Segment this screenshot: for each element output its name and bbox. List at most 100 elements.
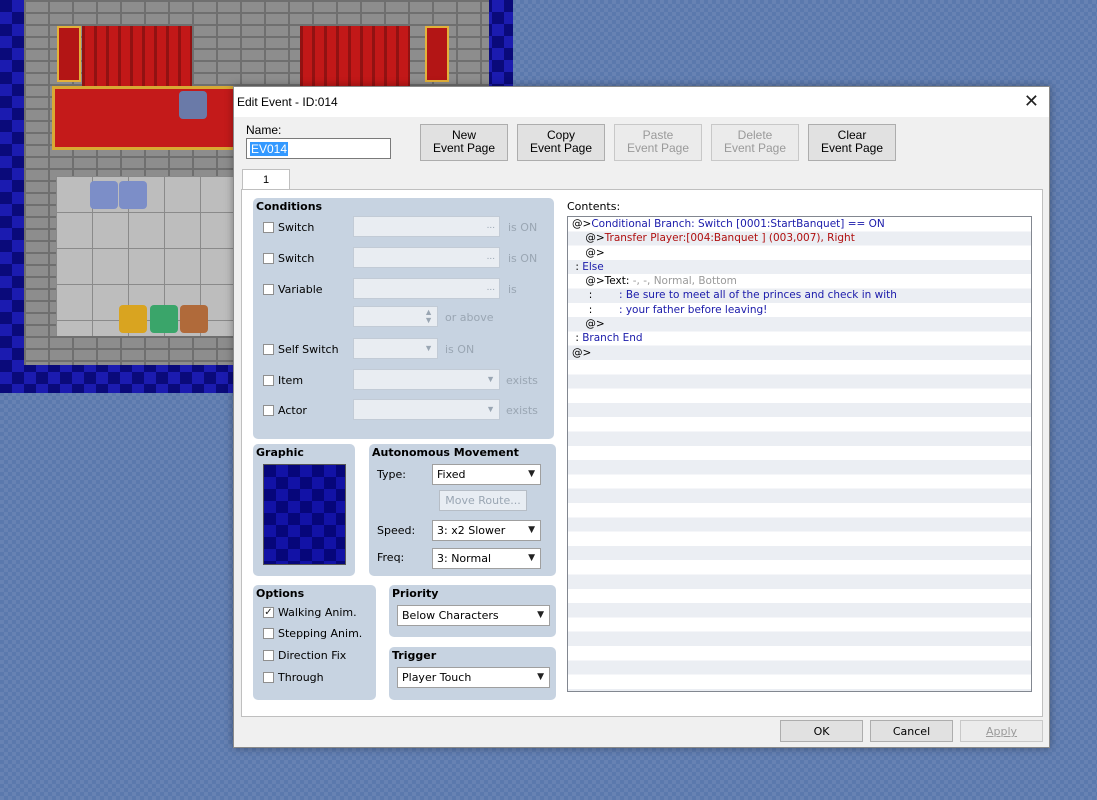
chevron-down-icon: ▼ (486, 404, 495, 414)
command-line[interactable]: @> (568, 317, 1031, 331)
red-curtains (300, 26, 410, 86)
through-checkbox[interactable] (263, 672, 274, 683)
command-line[interactable]: : Branch End (568, 331, 1031, 345)
command-line[interactable]: : : your father before leaving! (568, 303, 1031, 317)
item-suffix: exists (506, 374, 538, 387)
switch2-suffix: is ON (508, 252, 538, 265)
character-sprite (150, 305, 178, 333)
variable-suffix: is (508, 283, 517, 296)
priority-select[interactable]: Below Characters ▼ (397, 605, 550, 626)
switch2-checkbox[interactable] (263, 253, 274, 264)
gold-object (119, 305, 147, 333)
or-above-label: or above (445, 311, 494, 324)
speed-select[interactable]: 3: x2 Slower ▼ (432, 520, 541, 541)
variable-field[interactable]: ... (353, 278, 500, 299)
actor-checkbox[interactable] (263, 405, 274, 416)
switch1-field[interactable]: ... (353, 216, 500, 237)
switch1-label: Switch (278, 221, 315, 234)
graphic-group: Graphic (253, 444, 355, 576)
paste-event-page-button[interactable]: Paste Event Page (614, 124, 702, 161)
conditions-title: Conditions (256, 200, 323, 213)
red-curtains (82, 26, 192, 86)
actor-label: Actor (278, 404, 307, 417)
graphic-title: Graphic (256, 446, 304, 459)
variable-label: Variable (278, 283, 323, 296)
ellipsis-icon: ... (486, 282, 495, 293)
command-line[interactable]: @>Transfer Player:[004:Banquet ] (003,00… (568, 231, 1031, 245)
self-switch-select[interactable]: ▼ (353, 338, 438, 359)
character-sprite (180, 305, 208, 333)
chevron-down-icon: ▼ (528, 553, 535, 563)
speed-label: Speed: (377, 524, 416, 537)
actor-select[interactable]: ▼ (353, 399, 500, 420)
delete-event-page-button[interactable]: Delete Event Page (711, 124, 799, 161)
trigger-select[interactable]: Player Touch ▼ (397, 667, 550, 688)
banner-left (57, 26, 81, 82)
chevron-down-icon: ▼ (424, 343, 433, 353)
name-input[interactable]: EV014 (246, 138, 391, 159)
autonomous-title: Autonomous Movement (372, 446, 519, 459)
variable-checkbox[interactable] (263, 284, 274, 295)
contents-list[interactable]: @>Conditional Branch: Switch [0001:Start… (567, 216, 1032, 692)
apply-button[interactable]: Apply (960, 720, 1043, 742)
event-graphic-preview[interactable] (263, 464, 346, 565)
priority-title: Priority (392, 587, 439, 600)
ellipsis-icon: ... (486, 220, 495, 231)
switch1-suffix: is ON (508, 221, 538, 234)
banner-right (425, 26, 449, 82)
walking-anim-label: Walking Anim. (278, 606, 357, 619)
walking-anim-checkbox[interactable]: ✓ (263, 607, 274, 618)
switch1-checkbox[interactable] (263, 222, 274, 233)
actor-suffix: exists (506, 404, 538, 417)
trigger-title: Trigger (392, 649, 437, 662)
chevron-down-icon: ▼ (486, 374, 495, 384)
self-switch-suffix: is ON (445, 343, 475, 356)
type-select[interactable]: Fixed ▼ (432, 464, 541, 485)
conditions-group: Conditions Switch ... is ON Switch ... i… (253, 198, 554, 439)
ok-button[interactable]: OK (780, 720, 863, 742)
command-line[interactable]: : Else (568, 260, 1031, 274)
self-switch-label: Self Switch (278, 343, 339, 356)
edit-event-dialog: Edit Event - ID:014 ✕ Name: EV014 New Eve… (233, 86, 1050, 748)
direction-fix-label: Direction Fix (278, 649, 347, 662)
direction-fix-checkbox[interactable] (263, 650, 274, 661)
clear-event-page-button[interactable]: Clear Event Page (808, 124, 896, 161)
cancel-button[interactable]: Cancel (870, 720, 953, 742)
item-select[interactable]: ▼ (353, 369, 500, 390)
character-sprite (90, 181, 118, 209)
tab-page-1[interactable]: 1 (242, 169, 290, 190)
switch2-label: Switch (278, 252, 315, 265)
chevron-down-icon: ▼ (537, 610, 544, 620)
command-line[interactable]: @>Conditional Branch: Switch [0001:Start… (568, 217, 1031, 231)
title-bar: Edit Event - ID:014 ✕ (234, 87, 1049, 117)
name-label: Name: (246, 123, 282, 137)
stepping-anim-label: Stepping Anim. (278, 627, 363, 640)
character-sprite (179, 91, 207, 119)
trigger-group: Trigger Player Touch ▼ (389, 647, 556, 700)
stepping-anim-checkbox[interactable] (263, 628, 274, 639)
command-line[interactable]: @> (568, 346, 1031, 360)
item-label: Item (278, 374, 304, 387)
window-title: Edit Event - ID:014 (237, 95, 338, 109)
priority-group: Priority Below Characters ▼ (389, 585, 556, 637)
close-icon[interactable]: ✕ (1024, 91, 1039, 112)
command-line[interactable]: @> (568, 246, 1031, 260)
chevron-down-icon: ▼ (528, 469, 535, 479)
switch2-field[interactable]: ... (353, 247, 500, 268)
command-line[interactable]: : : Be sure to meet all of the princes a… (568, 288, 1031, 302)
chevron-down-icon: ▼ (537, 672, 544, 682)
freq-select[interactable]: 3: Normal ▼ (432, 548, 541, 569)
command-line[interactable]: @>Text: -, -, Normal, Bottom (568, 274, 1031, 288)
character-sprite (119, 181, 147, 209)
options-group: Options ✓ Walking Anim. Stepping Anim. D… (253, 585, 376, 700)
item-checkbox[interactable] (263, 375, 274, 386)
new-event-page-button[interactable]: New Event Page (420, 124, 508, 161)
contents-label: Contents: (567, 200, 621, 213)
type-label: Type: (377, 468, 406, 481)
spinner-icon: ▲ ▼ (424, 307, 433, 325)
variable-value-spinner[interactable]: ▲ ▼ (353, 306, 438, 327)
self-switch-checkbox[interactable] (263, 344, 274, 355)
move-route-button[interactable]: Move Route... (439, 490, 527, 511)
autonomous-movement-group: Autonomous Movement Type: Fixed ▼ Move Ro… (369, 444, 556, 576)
copy-event-page-button[interactable]: Copy Event Page (517, 124, 605, 161)
